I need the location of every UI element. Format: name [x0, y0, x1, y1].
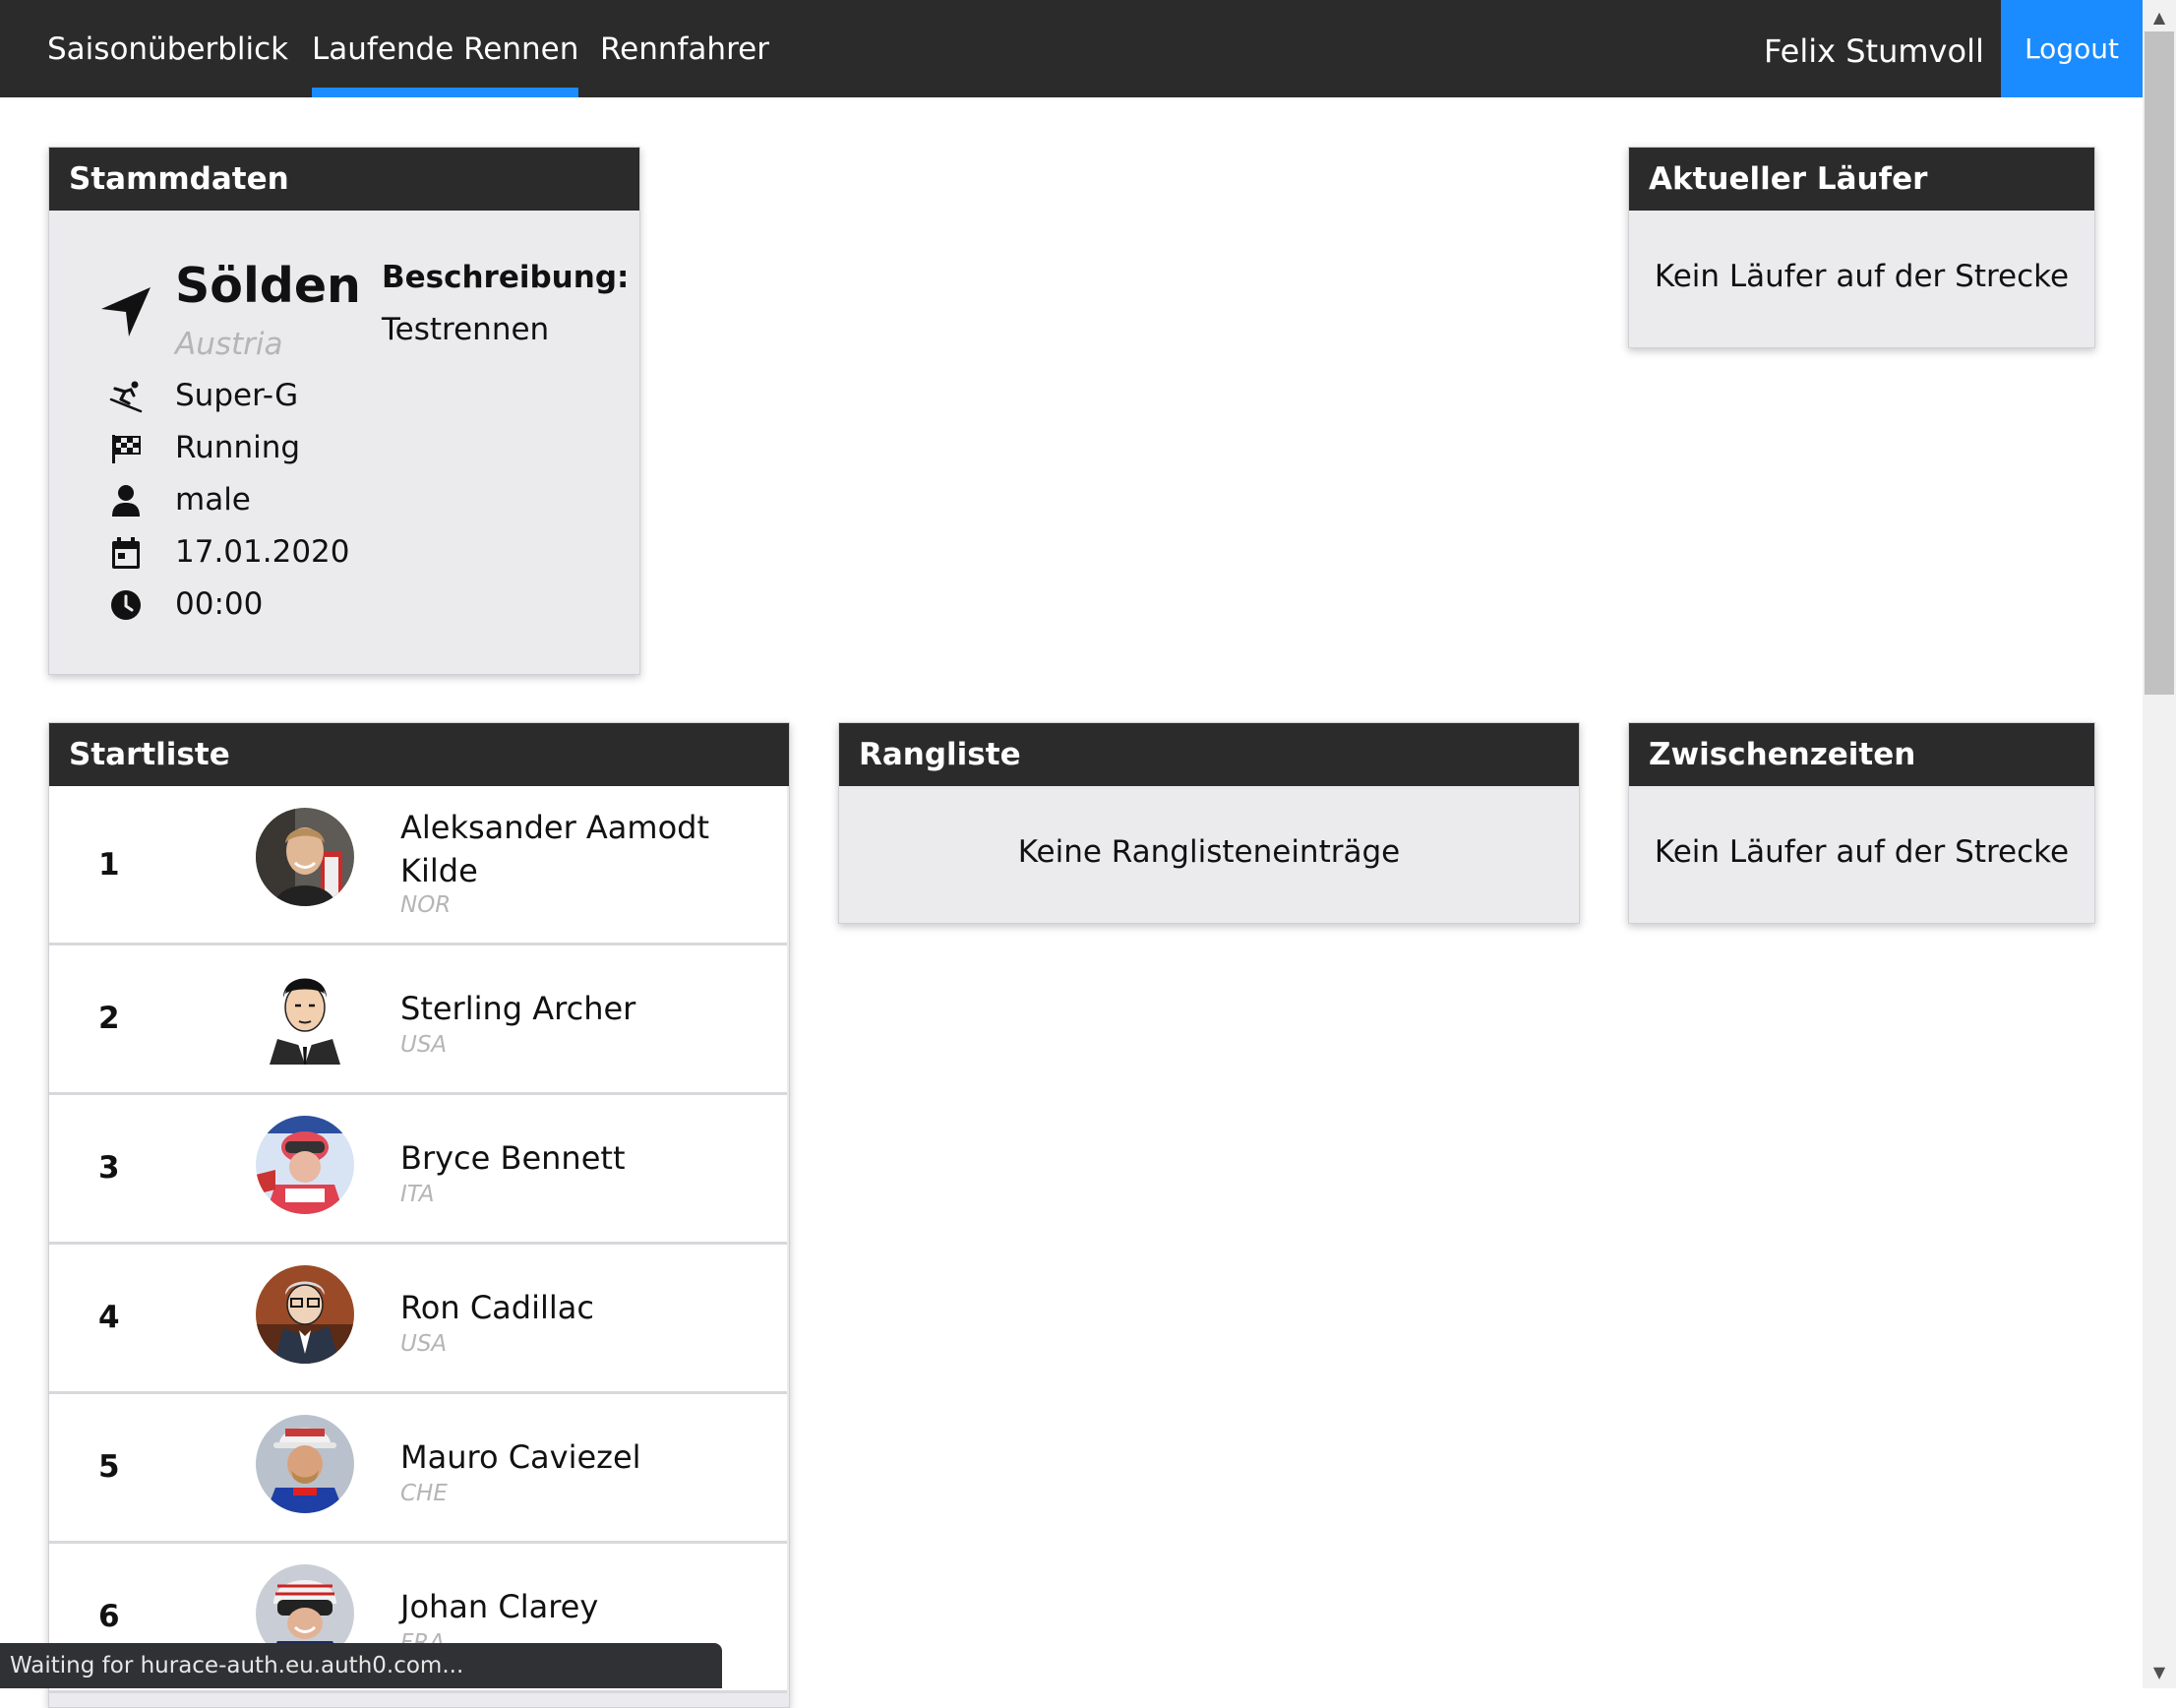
user-name: Felix Stumvoll [1764, 32, 1984, 70]
racer-name: Johan Clarey [400, 1588, 599, 1625]
card-header: Startliste [49, 723, 789, 786]
racer-country: USA [400, 1032, 448, 1058]
race-discipline: Super-G [175, 378, 299, 413]
startlist-row[interactable]: 1 Aleksander Aamodt Kilde NOR [49, 786, 787, 946]
racer-name: Bryce Bennett [400, 1139, 626, 1177]
split-times-card: Zwischenzeiten Kein Läufer auf der Strec… [1628, 722, 2095, 924]
racer-name: Ron Cadillac [400, 1289, 594, 1326]
racer-name: Aleksander Aamodt Kilde [400, 809, 709, 889]
card-header: Rangliste [839, 723, 1579, 786]
racer-avatar [256, 1415, 354, 1513]
current-runner-empty-text: Kein Läufer auf der Strecke [1654, 259, 2070, 294]
race-time: 00:00 [175, 586, 264, 622]
start-number: 6 [98, 1599, 120, 1634]
current-runner-card: Aktueller Läufer Kein Läufer auf der Str… [1628, 147, 2095, 348]
racer-country: ITA [400, 1182, 435, 1207]
nav-item-racers[interactable]: Rennfahrer [600, 0, 769, 97]
startlist-row[interactable]: 3 Bryce Bennett ITA [49, 1095, 787, 1245]
racer-country: NOR [400, 892, 452, 918]
split-times-empty-text: Kein Läufer auf der Strecke [1654, 834, 2070, 870]
start-number: 4 [98, 1300, 120, 1335]
start-number: 1 [98, 847, 120, 883]
startlist-row[interactable]: 2 Sterling Archer USA [49, 946, 787, 1095]
scroll-thumb[interactable] [2145, 31, 2174, 695]
description-text: Testrennen [382, 312, 550, 347]
scroll-up-arrow-icon[interactable]: ▲ [2143, 2, 2176, 31]
card-header: Aktueller Läufer [1629, 148, 2094, 211]
scroll-down-arrow-icon[interactable]: ▼ [2143, 1657, 2176, 1686]
top-navbar: Saisonüberblick Laufende Rennen Rennfahr… [0, 0, 2143, 97]
racer-avatar [256, 808, 354, 906]
racer-avatar [256, 1116, 354, 1214]
start-number: 5 [98, 1449, 120, 1485]
race-gender: male [175, 482, 251, 518]
card-header: Stammdaten [49, 148, 639, 211]
start-number: 2 [98, 1001, 120, 1036]
nav-item-season-overview[interactable]: Saisonüberblick [47, 0, 288, 97]
page-scrollbar[interactable]: ▲ ▼ [2143, 0, 2176, 1688]
racer-avatar [256, 966, 354, 1065]
master-data-card: Stammdaten Sölden Austria Super-G Runnin… [48, 147, 640, 675]
race-date: 17.01.2020 [175, 534, 350, 570]
racer-country: CHE [400, 1481, 448, 1506]
start-number: 3 [98, 1150, 120, 1186]
racer-name: Mauro Caviezel [400, 1438, 641, 1476]
race-status: Running [175, 430, 301, 465]
calendar-icon [108, 535, 144, 571]
startlist-row[interactable]: 5 Mauro Caviezel CHE [49, 1394, 787, 1544]
ranking-card: Rangliste Keine Ranglisteneinträge [838, 722, 1580, 924]
racer-country: USA [400, 1331, 448, 1357]
race-country: Austria [175, 327, 283, 362]
nav-item-running-races[interactable]: Laufende Rennen [312, 0, 579, 97]
startlist-card: Startliste 1 Aleksander Aamodt Kilde NOR… [48, 722, 790, 1708]
logout-button[interactable]: Logout [2001, 0, 2143, 97]
race-location: Sölden [175, 258, 361, 314]
user-icon [108, 483, 144, 518]
racer-name: Sterling Archer [400, 990, 636, 1027]
skiing-icon [108, 379, 144, 414]
description-label: Beschreibung: [382, 260, 630, 295]
ranking-empty-text: Keine Ranglisteneinträge [1017, 834, 1401, 870]
card-header: Zwischenzeiten [1629, 723, 2094, 786]
startlist-row[interactable]: 4 Ron Cadillac USA [49, 1245, 787, 1394]
racer-avatar [256, 1265, 354, 1364]
location-arrow-icon [98, 284, 153, 339]
clock-icon [108, 587, 144, 623]
checkered-flag-icon [108, 431, 144, 466]
browser-status-bar: Waiting for hurace-auth.eu.auth0.com... [0, 1643, 722, 1688]
